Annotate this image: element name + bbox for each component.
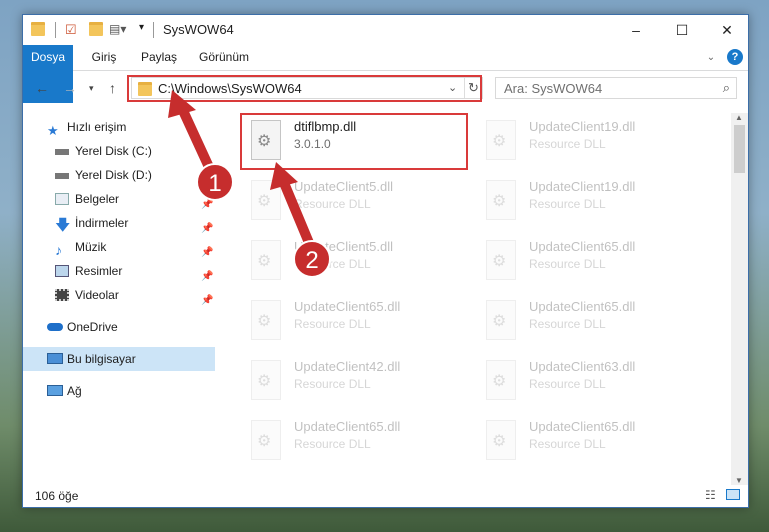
arrow-2-head	[270, 162, 298, 190]
step-2-callout: 2	[293, 240, 331, 278]
annotation-arrows	[168, 90, 317, 255]
arrow-2	[277, 173, 317, 255]
arrow-1-head	[168, 90, 196, 118]
step-1-callout: 1	[196, 163, 234, 201]
